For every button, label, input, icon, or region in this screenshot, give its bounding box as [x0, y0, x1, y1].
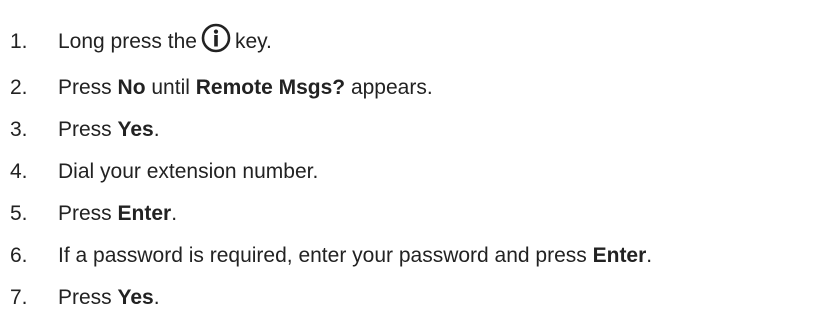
- step-number: 5.: [10, 202, 28, 225]
- step-number: 2.: [10, 76, 28, 99]
- step-text-part: .: [153, 286, 160, 309]
- step-text: Press Yes.: [58, 118, 160, 142]
- step-text-part: .: [171, 202, 178, 225]
- step-number: 6.: [10, 244, 28, 267]
- step-text: Press No until Remote Msgs? appears.: [58, 76, 433, 100]
- step-text-part: key.: [234, 30, 272, 53]
- info-icon: [201, 23, 231, 53]
- step-text-part: appears.: [350, 76, 433, 99]
- step-text: Press Enter.: [58, 202, 177, 226]
- step-text: If a password is required, enter your pa…: [58, 244, 652, 268]
- step-text: Dial your extension number.: [58, 160, 318, 184]
- key-name: Enter: [592, 244, 647, 267]
- key-name: No: [117, 76, 146, 99]
- step-text-part: Press: [58, 76, 112, 99]
- step-text-part: Press: [58, 286, 112, 309]
- key-name: Yes: [117, 118, 154, 141]
- step-number: 3.: [10, 118, 28, 141]
- step-text: Press Yes.: [58, 286, 160, 310]
- step-number: 7.: [10, 286, 28, 309]
- step-text-part: Long press the: [58, 30, 197, 53]
- step-text-part: .: [646, 244, 653, 267]
- step-number: 1.: [10, 30, 28, 53]
- step-text-part: Press: [58, 202, 112, 225]
- screen-prompt: Remote Msgs?: [195, 76, 346, 99]
- key-name: Yes: [117, 286, 154, 309]
- step-number: 4.: [10, 160, 28, 183]
- key-name: Enter: [117, 202, 172, 225]
- step-text: Long press the key.: [58, 23, 272, 61]
- step-text-part: Press: [58, 118, 112, 141]
- step-text-part: If a password is required, enter your pa…: [58, 244, 587, 267]
- step-text-part: .: [153, 118, 160, 141]
- step-text-part: until: [151, 76, 190, 99]
- step-text-part: Dial your extension number.: [58, 160, 319, 183]
